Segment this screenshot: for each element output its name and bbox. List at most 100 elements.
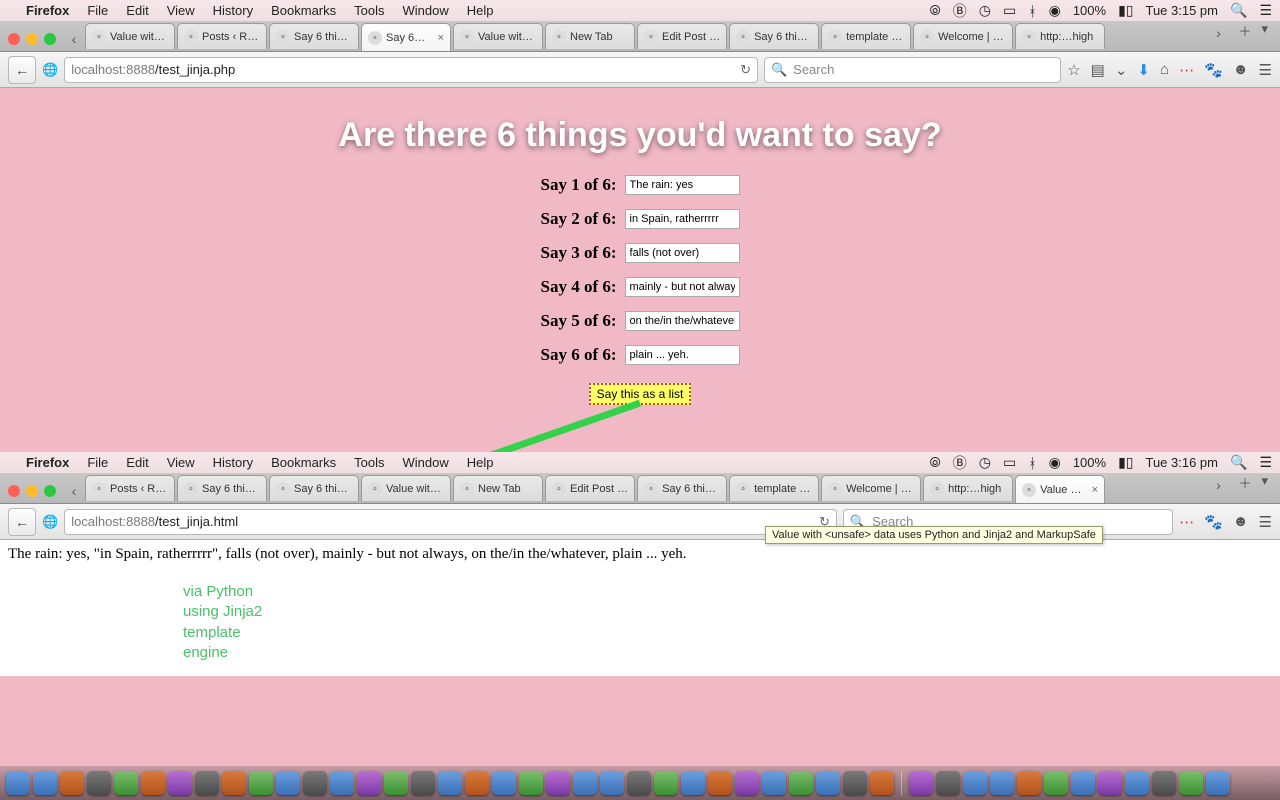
- menu-history[interactable]: History: [213, 455, 253, 470]
- dock-app-icon[interactable]: [909, 771, 933, 795]
- dock-app-icon[interactable]: [6, 771, 30, 795]
- browser-tab[interactable]: ∘Value wit…: [85, 23, 175, 49]
- say-input-4[interactable]: [625, 277, 740, 297]
- dock-app-icon[interactable]: [936, 771, 960, 795]
- dock-app-icon[interactable]: [465, 771, 489, 795]
- tab-list-button[interactable]: ▾: [1261, 473, 1268, 497]
- back-button[interactable]: ←: [8, 508, 36, 536]
- app-name[interactable]: Firefox: [26, 455, 69, 470]
- battery-icon[interactable]: ▮▯: [1118, 2, 1133, 19]
- window-close-button[interactable]: [8, 485, 20, 497]
- browser-tab[interactable]: ∘Welcome | Ji…: [821, 475, 921, 501]
- dock-app-icon[interactable]: [654, 771, 678, 795]
- dock-app-icon[interactable]: [141, 771, 165, 795]
- menu-file[interactable]: File: [87, 3, 108, 18]
- say-input-1[interactable]: [625, 175, 740, 195]
- dock-app-icon[interactable]: [87, 771, 111, 795]
- wifi-icon[interactable]: ◉: [1049, 2, 1061, 19]
- menubar-clock[interactable]: Tue 3:15 pm: [1145, 3, 1218, 18]
- menu-edit[interactable]: Edit: [126, 455, 148, 470]
- bluetooth-icon[interactable]: ᚼ: [1028, 3, 1036, 19]
- say-input-3[interactable]: [625, 243, 740, 263]
- browser-tab[interactable]: ∘http:…high: [1015, 23, 1105, 49]
- dock-app-icon[interactable]: [1152, 771, 1176, 795]
- browser-tab[interactable]: ∘Say 6 thi…: [637, 475, 727, 501]
- dock-app-icon[interactable]: [276, 771, 300, 795]
- dock-trash-icon[interactable]: [1206, 771, 1230, 795]
- overflow-icon[interactable]: ⋯: [1179, 61, 1194, 79]
- dock-app-icon[interactable]: [249, 771, 273, 795]
- menu-file[interactable]: File: [87, 455, 108, 470]
- battery-icon[interactable]: ▮▯: [1118, 454, 1133, 471]
- submit-button[interactable]: Say this as a list: [589, 383, 692, 405]
- dock-app-icon[interactable]: [330, 771, 354, 795]
- dock-app-icon[interactable]: [789, 771, 813, 795]
- say-input-5[interactable]: [625, 311, 740, 331]
- browser-tab[interactable]: ∘Posts ‹ R…: [85, 475, 175, 501]
- menu-bookmarks[interactable]: Bookmarks: [271, 455, 336, 470]
- chat-icon[interactable]: ☻: [1233, 61, 1249, 78]
- browser-tab[interactable]: ∘Posts ‹ R…: [177, 23, 267, 49]
- tab-list-button[interactable]: ▾: [1261, 21, 1268, 45]
- window-zoom-button[interactable]: [44, 33, 56, 45]
- menu-tools[interactable]: Tools: [354, 3, 384, 18]
- notification-center-icon[interactable]: ☰: [1259, 454, 1272, 471]
- window-minimize-button[interactable]: [26, 33, 38, 45]
- dock-app-icon[interactable]: [168, 771, 192, 795]
- dock-app-icon[interactable]: [1125, 771, 1149, 795]
- spotlight-icon[interactable]: 🔍: [1230, 454, 1247, 471]
- dock-app-icon[interactable]: [60, 771, 84, 795]
- browser-tab[interactable]: ∘Welcome | Ji…: [913, 23, 1013, 49]
- dock-app-icon[interactable]: [1044, 771, 1068, 795]
- menu-help[interactable]: Help: [467, 455, 494, 470]
- menu-view[interactable]: View: [167, 455, 195, 470]
- status-icon-clock[interactable]: ◷: [979, 454, 991, 471]
- menu-window[interactable]: Window: [403, 455, 449, 470]
- chat-icon[interactable]: ☻: [1233, 513, 1249, 530]
- addon-icon[interactable]: 🐾: [1204, 61, 1223, 79]
- menu-window[interactable]: Window: [403, 3, 449, 18]
- dock-app-icon[interactable]: [222, 771, 246, 795]
- notification-center-icon[interactable]: ☰: [1259, 2, 1272, 19]
- dock-app-icon[interactable]: [114, 771, 138, 795]
- new-tab-button[interactable]: ＋: [1238, 21, 1251, 45]
- addon-icon[interactable]: 🐾: [1204, 513, 1223, 531]
- browser-tab[interactable]: ∘Value …×: [1015, 475, 1105, 503]
- status-icon-b[interactable]: Ⓑ: [953, 1, 967, 21]
- url-bar[interactable]: localhost:8888/test_jinja.php ↻: [64, 57, 758, 83]
- reload-icon[interactable]: ↻: [740, 62, 751, 78]
- battery-percent[interactable]: 100%: [1073, 3, 1106, 18]
- dock-app-icon[interactable]: [681, 771, 705, 795]
- dock-app-icon[interactable]: [492, 771, 516, 795]
- tab-close-icon[interactable]: ×: [438, 32, 444, 44]
- tabstrip-scroll-right[interactable]: ›: [1208, 21, 1228, 45]
- hamburger-menu-icon[interactable]: ☰: [1259, 61, 1272, 79]
- dock-app-icon[interactable]: [870, 771, 894, 795]
- browser-tab[interactable]: ∘Edit Post …: [545, 475, 635, 501]
- dock-app-icon[interactable]: [735, 771, 759, 795]
- dock-app-icon[interactable]: [990, 771, 1014, 795]
- menu-view[interactable]: View: [167, 3, 195, 18]
- new-tab-button[interactable]: ＋: [1238, 473, 1251, 497]
- status-icon-b[interactable]: Ⓑ: [953, 453, 967, 473]
- tabstrip-scroll-left[interactable]: ‹: [64, 27, 84, 51]
- browser-tab[interactable]: ∘Say 6 thi…: [177, 475, 267, 501]
- dock-app-icon[interactable]: [195, 771, 219, 795]
- window-minimize-button[interactable]: [26, 485, 38, 497]
- dock-app-icon[interactable]: [1071, 771, 1095, 795]
- browser-tab[interactable]: ∘template …: [821, 23, 911, 49]
- dock-app-icon[interactable]: [600, 771, 624, 795]
- window-close-button[interactable]: [8, 33, 20, 45]
- bookmark-star-icon[interactable]: ☆: [1067, 61, 1080, 79]
- status-icon[interactable]: ⦾: [930, 2, 941, 19]
- browser-tab[interactable]: ∘Say 6 thi…: [269, 23, 359, 49]
- dock-app-icon[interactable]: [1098, 771, 1122, 795]
- menu-help[interactable]: Help: [467, 3, 494, 18]
- dock-app-icon[interactable]: [357, 771, 381, 795]
- dock-app-icon[interactable]: [963, 771, 987, 795]
- browser-tab[interactable]: ∘Say 6 thi…: [729, 23, 819, 49]
- status-icon[interactable]: ⦾: [930, 454, 941, 471]
- airplay-icon[interactable]: ▭: [1003, 454, 1016, 471]
- dock-app-icon[interactable]: [411, 771, 435, 795]
- dock-app-icon[interactable]: [627, 771, 651, 795]
